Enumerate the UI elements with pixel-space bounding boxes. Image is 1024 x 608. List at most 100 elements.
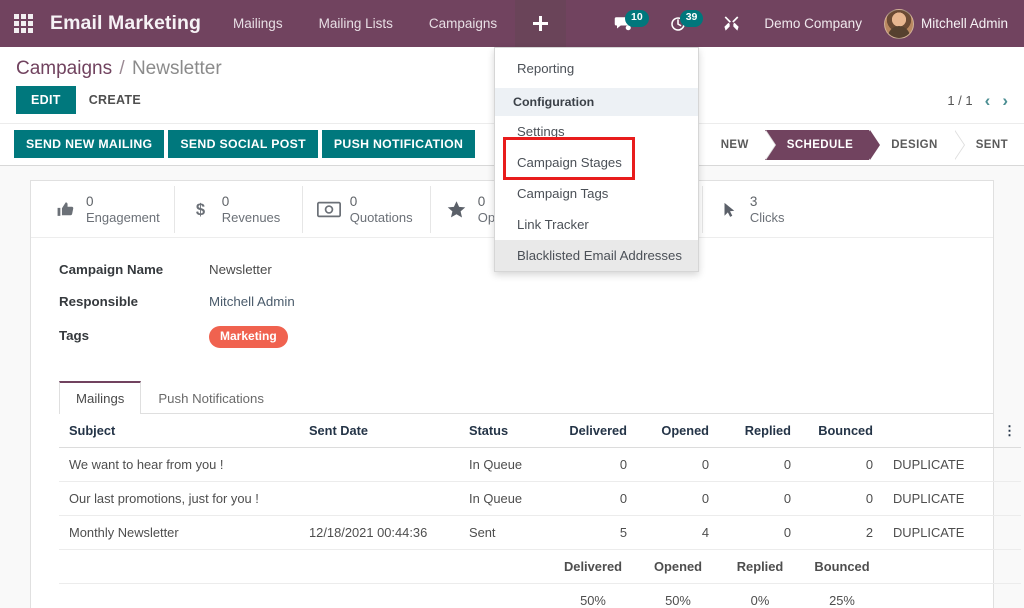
send-social-post-button[interactable]: SEND SOCIAL POST [168, 130, 318, 158]
status-bar: NEW SCHEDULE DESIGN SENT [698, 130, 1024, 160]
column-header-replied[interactable]: Replied [719, 414, 801, 448]
column-header-delivered[interactable]: Delivered [549, 414, 637, 448]
status-step-design[interactable]: DESIGN [869, 130, 954, 160]
menu-item-mailing-lists[interactable]: Mailing Lists [301, 0, 411, 47]
responsible-value[interactable]: Mitchell Admin [209, 294, 295, 309]
duplicate-button[interactable]: DUPLICATE [883, 447, 993, 481]
dropdown-item-campaign-tags[interactable]: Campaign Tags [495, 178, 698, 209]
column-header-actions [883, 414, 993, 448]
edit-button[interactable]: EDIT [16, 86, 76, 114]
optional-columns-dropdown[interactable]: ⋮ [993, 414, 1021, 448]
campaign-name-value[interactable]: Newsletter [209, 262, 272, 277]
cell-status: Sent [459, 515, 549, 549]
duplicate-button[interactable]: DUPLICATE [883, 481, 993, 515]
table-header: Subject Sent Date Status Delivered Opene… [59, 414, 1021, 448]
status-step-label: NEW [721, 139, 749, 151]
debug-tools-icon [723, 15, 740, 32]
column-header-subject[interactable]: Subject [59, 414, 299, 448]
breadcrumb: Campaigns / Newsletter [16, 58, 222, 80]
stat-button-revenues[interactable]: $ 0 Revenues [175, 186, 303, 233]
summary-spacer [883, 549, 1021, 583]
create-button[interactable]: CREATE [76, 86, 154, 114]
column-header-bounced[interactable]: Bounced [801, 414, 883, 448]
stat-value: 0 [222, 194, 281, 210]
menu-item-more-plus[interactable] [515, 0, 566, 47]
column-header-status[interactable]: Status [459, 414, 549, 448]
stat-button-clicks[interactable]: 3 Clicks [703, 186, 831, 233]
apps-menu-button[interactable] [0, 0, 46, 47]
summary-spacer [59, 583, 549, 608]
dropdown-item-reporting[interactable]: Reporting [495, 53, 698, 84]
stat-value: 3 [750, 194, 785, 210]
user-name-label: Mitchell Admin [921, 16, 1008, 31]
stat-value: 0 [86, 194, 160, 210]
cell-bounced: 0 [801, 481, 883, 515]
cell-spacer [993, 481, 1021, 515]
top-navbar: Email Marketing Mailings Mailing Lists C… [0, 0, 1024, 47]
field-label: Campaign Name [59, 262, 209, 277]
cell-replied: 0 [719, 447, 801, 481]
summary-spacer [883, 583, 1021, 608]
status-step-schedule[interactable]: SCHEDULE [765, 130, 869, 160]
notebook: Mailings Push Notifications Subject Sent… [31, 371, 993, 608]
dropdown-section-configuration: Configuration [495, 88, 698, 116]
banknote-icon [317, 201, 341, 218]
send-new-mailing-button[interactable]: SEND NEW MAILING [14, 130, 164, 158]
cell-spacer [993, 515, 1021, 549]
summary-value-delivered: 50% [549, 583, 637, 608]
activities-badge: 39 [680, 10, 704, 26]
mailings-table: Subject Sent Date Status Delivered Opene… [59, 414, 1021, 608]
stat-label: Engagement [86, 210, 160, 225]
dropdown-item-settings[interactable]: Settings [495, 116, 698, 147]
table-body: We want to hear from you ! In Queue 0 0 … [59, 447, 1021, 608]
avatar [884, 9, 914, 39]
push-notification-button[interactable]: PUSH NOTIFICATION [322, 130, 475, 158]
status-step-label: SENT [976, 139, 1008, 151]
cell-status: In Queue [459, 481, 549, 515]
pager-previous-icon[interactable]: ‹ [985, 92, 991, 109]
user-menu-button[interactable]: Mitchell Admin [876, 0, 1024, 47]
messaging-badge: 10 [625, 10, 649, 26]
stat-button-quotations[interactable]: 0 Quotations [303, 186, 431, 233]
tag-badge-marketing[interactable]: Marketing [209, 326, 288, 347]
main-menu: Mailings Mailing Lists Campaigns [215, 0, 566, 47]
messaging-menu-button[interactable]: 10 [604, 0, 659, 47]
breadcrumb-separator: / [119, 58, 124, 79]
field-row-tags: Tags Marketing [59, 326, 993, 347]
cell-subject: Our last promotions, just for you ! [59, 481, 299, 515]
dropdown-item-link-tracker[interactable]: Link Tracker [495, 209, 698, 240]
cell-sent-date: 12/18/2021 00:44:36 [299, 515, 459, 549]
cell-sent-date [299, 447, 459, 481]
stat-label: Clicks [750, 210, 785, 225]
activities-menu-button[interactable]: 39 [659, 0, 714, 47]
dropdown-item-blacklisted-email-addresses[interactable]: Blacklisted Email Addresses [495, 240, 698, 271]
table-row[interactable]: We want to hear from you ! In Queue 0 0 … [59, 447, 1021, 481]
status-step-label: SCHEDULE [787, 139, 853, 151]
pager-next-icon[interactable]: › [1002, 92, 1008, 109]
tab-mailings[interactable]: Mailings [59, 381, 141, 414]
field-label: Responsible [59, 294, 209, 309]
dropdown-item-campaign-stages[interactable]: Campaign Stages [495, 147, 698, 178]
tab-push-notifications[interactable]: Push Notifications [141, 381, 281, 414]
cell-delivered: 0 [549, 481, 637, 515]
menu-item-mailings[interactable]: Mailings [215, 0, 301, 47]
developer-tools-button[interactable] [713, 0, 750, 47]
plus-icon [533, 16, 548, 31]
star-icon [445, 199, 469, 220]
status-step-new[interactable]: NEW [699, 130, 765, 160]
column-header-opened[interactable]: Opened [637, 414, 719, 448]
table-row[interactable]: Our last promotions, just for you ! In Q… [59, 481, 1021, 515]
summary-label-delivered: Delivered [549, 549, 637, 583]
pager-count: 1 / 1 [947, 93, 972, 108]
grid-apps-icon [14, 14, 33, 33]
company-switcher[interactable]: Demo Company [750, 0, 876, 47]
stat-value: 0 [350, 194, 413, 210]
stat-button-engagement[interactable]: 0 Engagement [39, 186, 175, 233]
table-row[interactable]: Monthly Newsletter 12/18/2021 00:44:36 S… [59, 515, 1021, 549]
breadcrumb-campaigns[interactable]: Campaigns [16, 58, 112, 79]
menu-item-campaigns[interactable]: Campaigns [411, 0, 515, 47]
summary-spacer [59, 549, 549, 583]
duplicate-button[interactable]: DUPLICATE [883, 515, 993, 549]
field-row-responsible: Responsible Mitchell Admin [59, 294, 993, 309]
column-header-sent-date[interactable]: Sent Date [299, 414, 459, 448]
